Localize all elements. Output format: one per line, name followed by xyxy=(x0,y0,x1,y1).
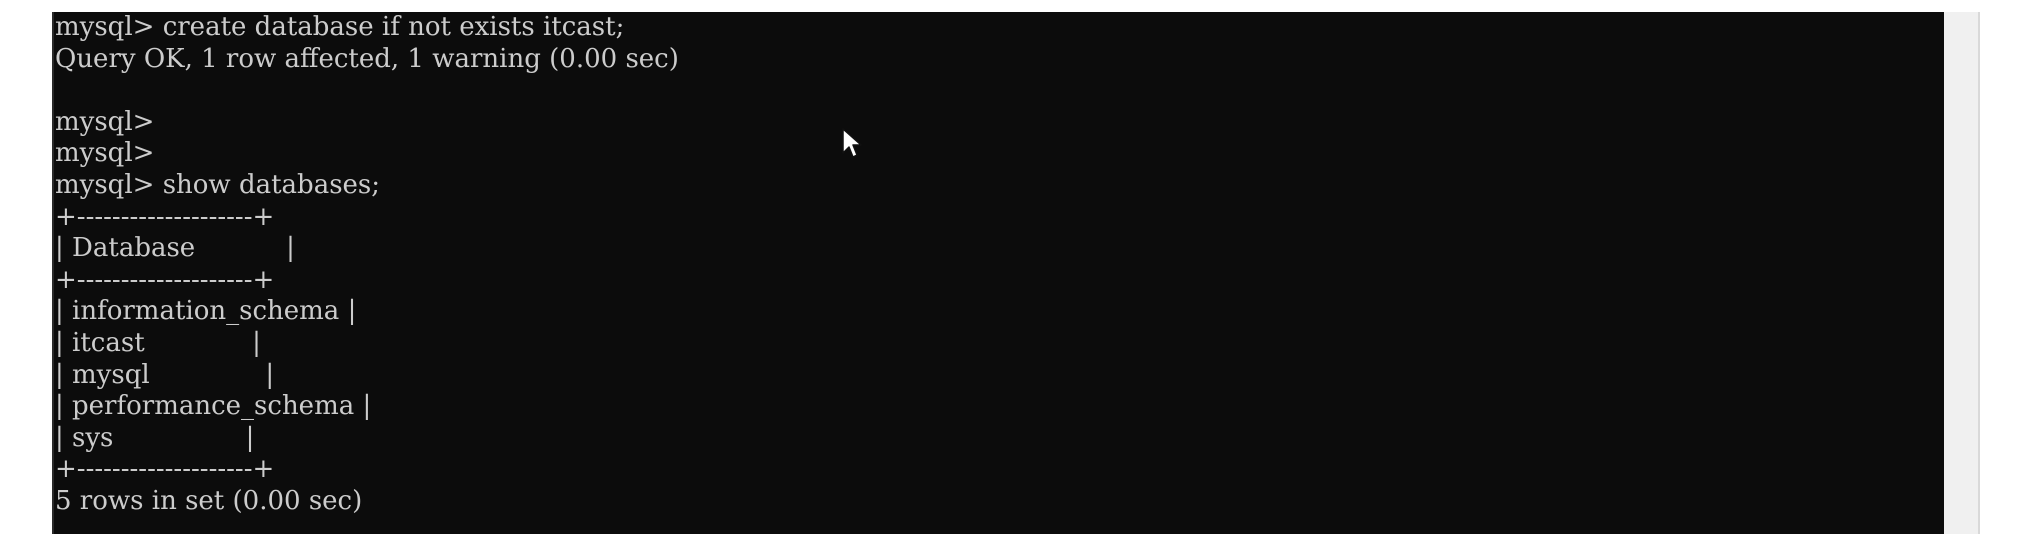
terminal-line-2: Query OK, 1 row affected, 1 warning (0.0… xyxy=(55,43,679,74)
vertical-scrollbar[interactable] xyxy=(1944,12,1980,534)
terminal-line-4: mysql> xyxy=(55,106,155,137)
table-row-performance-schema: | performance_schema | xyxy=(55,391,372,422)
table-row-information-schema: | information_schema | xyxy=(55,296,357,327)
terminal-output: mysql> create database if not exists itc… xyxy=(55,12,679,518)
table-border-top: +--------------------+ xyxy=(55,201,275,232)
result-summary: 5 rows in set (0.00 sec) xyxy=(55,485,363,516)
screenshot-page: mysql> create database if not exists itc… xyxy=(0,0,2022,546)
terminal-line-1: mysql> create database if not exists itc… xyxy=(55,12,625,42)
table-border-header: +--------------------+ xyxy=(55,264,275,295)
table-border-bottom: +--------------------+ xyxy=(55,454,275,485)
terminal-line-6: mysql> show databases; xyxy=(55,169,381,200)
scrollbar-edge xyxy=(1978,12,1980,534)
table-row-sys: | sys | xyxy=(55,422,255,453)
mouse-pointer-icon xyxy=(842,128,862,158)
terminal-line-3 xyxy=(55,75,679,107)
terminal-console[interactable]: mysql> create database if not exists itc… xyxy=(54,12,1944,534)
terminal-line-5: mysql> xyxy=(55,138,155,169)
table-row-mysql: | mysql | xyxy=(55,359,275,390)
table-header-row: | Database | xyxy=(55,233,295,264)
table-row-itcast: | itcast | xyxy=(55,327,261,358)
